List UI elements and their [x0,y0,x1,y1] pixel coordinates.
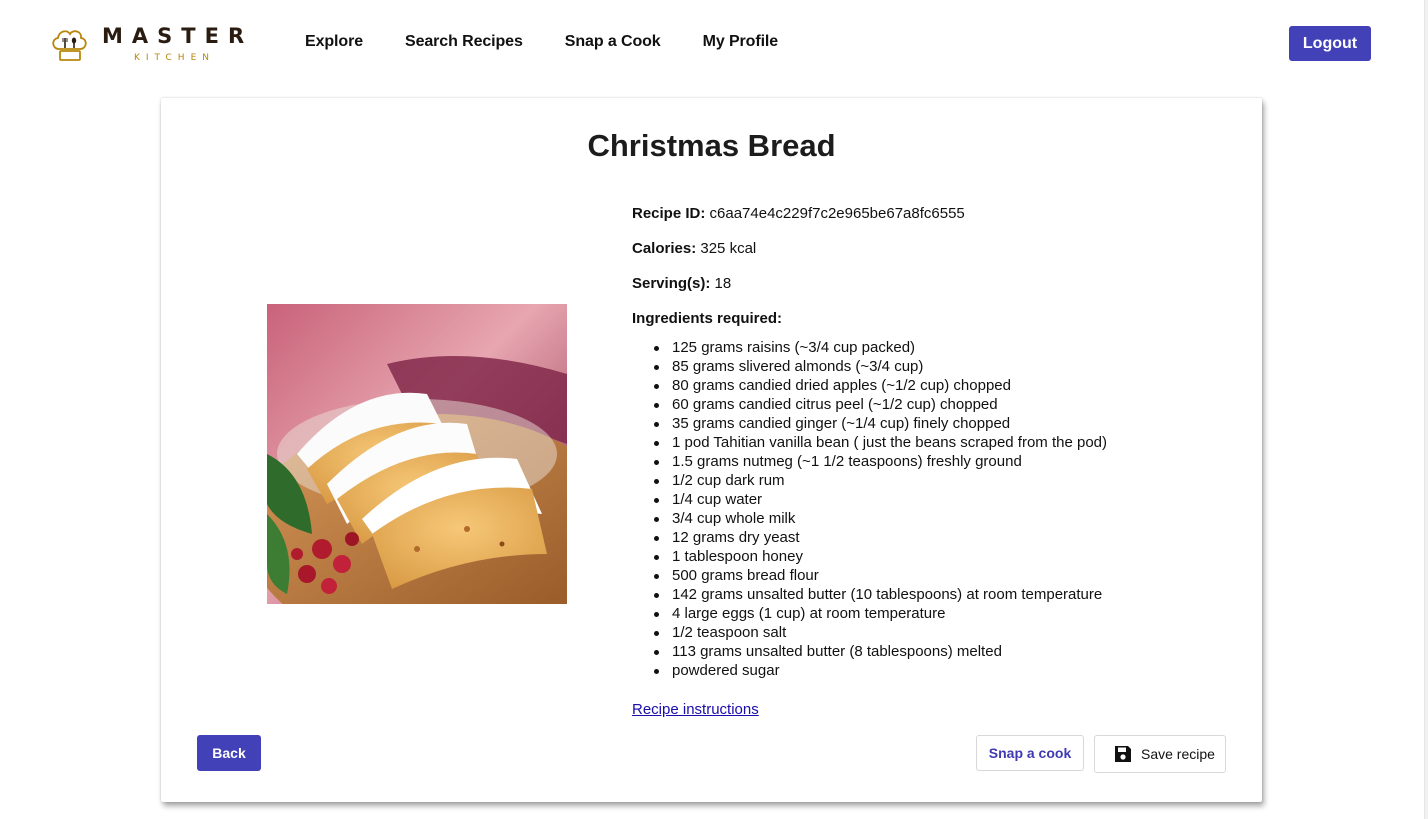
ingredient-item: 500 grams bread flour [654,566,1232,585]
recipe-card: Christmas Bread Recipe ID: c6aa74e4c229f… [161,98,1262,802]
snap-a-cook-button[interactable]: Snap a cook [976,735,1084,771]
ingredient-item: 1 tablespoon honey [654,547,1232,566]
ingredient-item: 85 grams slivered almonds (~3/4 cup) [654,357,1232,376]
ingredient-item: 4 large eggs (1 cup) at room temperature [654,604,1232,623]
recipe-photo [267,304,567,604]
main-nav: Explore Search Recipes Snap a Cook My Pr… [305,33,820,51]
page-scrollbar[interactable] [1424,0,1428,819]
recipe-id-label: Recipe ID: [632,205,706,222]
brand-logo[interactable]: MASTER KITCHEN [48,22,262,66]
ingredient-item: 1/2 cup dark rum [654,471,1232,490]
logout-button[interactable]: Logout [1289,26,1371,61]
recipe-id-row: Recipe ID: c6aa74e4c229f7c2e965be67a8fc6… [632,204,1232,239]
ingredient-item: 35 grams candied ginger (~1/4 cup) finel… [654,414,1232,433]
back-button[interactable]: Back [197,735,261,771]
save-recipe-label: Save recipe [1141,746,1215,762]
recipe-instructions-link[interactable]: Recipe instructions [632,701,759,718]
nav-search-recipes[interactable]: Search Recipes [405,33,523,51]
christmas-bread-image [267,304,567,604]
servings-value: 18 [714,275,732,292]
nav-my-profile[interactable]: My Profile [703,33,779,51]
top-navbar: MASTER KITCHEN Explore Search Recipes Sn… [0,0,1428,88]
ingredients-heading: Ingredients required: [632,310,783,327]
nav-explore[interactable]: Explore [305,33,363,51]
ingredient-item: 60 grams candied citrus peel (~1/2 cup) … [654,395,1232,414]
ingredient-item: 1 pod Tahitian vanilla bean ( just the b… [654,433,1232,452]
recipe-title: Christmas Bread [587,128,836,163]
ingredient-item: 80 grams candied dried apples (~1/2 cup)… [654,376,1232,395]
ingredient-item: 1/4 cup water [654,490,1232,509]
ingredient-item: 12 grams dry yeast [654,528,1232,547]
nav-snap-a-cook[interactable]: Snap a Cook [565,33,661,51]
brand-subtitle: KITCHEN [134,53,215,63]
ingredient-item: 125 grams raisins (~3/4 cup packed) [654,338,1232,357]
ingredient-item: 1/2 teaspoon salt [654,623,1232,642]
brand-title: MASTER [102,24,254,48]
recipe-details: Recipe ID: c6aa74e4c229f7c2e965be67a8fc6… [632,204,1232,680]
calories-label: Calories: [632,240,697,257]
calories-value: 325 kcal [700,240,757,257]
chef-hat-icon [52,30,87,61]
recipe-id-value: c6aa74e4c229f7c2e965be67a8fc6555 [709,205,965,222]
floppy-disk-icon [1115,746,1131,762]
calories-row: Calories: 325 kcal [632,239,1232,274]
brand-wordmark: MASTER KITCHEN [102,22,262,66]
ingredient-item: 1.5 grams nutmeg (~1 1/2 teaspoons) fres… [654,452,1232,471]
ingredient-item: powdered sugar [654,661,1232,680]
ingredient-item: 3/4 cup whole milk [654,509,1232,528]
servings-row: Serving(s): 18 [632,274,1232,309]
servings-label: Serving(s): [632,275,711,292]
ingredient-item: 142 grams unsalted butter (10 tablespoon… [654,585,1232,604]
ingredient-item: 113 grams unsalted butter (8 tablespoons… [654,642,1232,661]
ingredients-list: 125 grams raisins (~3/4 cup packed) 85 g… [632,338,1232,680]
save-recipe-button[interactable]: Save recipe [1094,735,1226,773]
